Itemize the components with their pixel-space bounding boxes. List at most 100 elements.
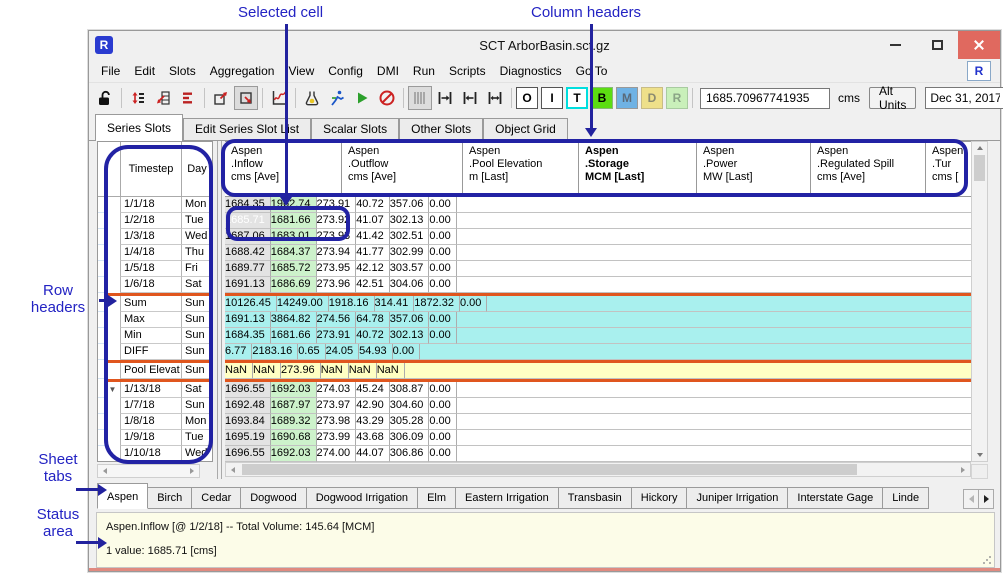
column-header-inflow[interactable]: Aspen.Inflowcms [Ave] (225, 142, 342, 196)
table-cell[interactable]: 0.00 (429, 245, 456, 261)
scroll-right-button[interactable] (956, 464, 970, 476)
table-cell[interactable]: 0.00 (429, 398, 456, 414)
scroll-up-button[interactable] (973, 142, 987, 154)
table-cell[interactable]: 302.13 (390, 213, 430, 229)
tab-scalar-slots[interactable]: Scalar Slots (311, 118, 399, 140)
row-day[interactable]: Tue (181, 213, 212, 229)
scroll-right-button[interactable] (185, 465, 199, 477)
sheet-tab-dogwood[interactable]: Dogwood (240, 487, 306, 509)
row-header[interactable]: 1/3/18Wed (98, 229, 212, 245)
tab-other-slots[interactable]: Other Slots (399, 118, 483, 140)
letter-button-i[interactable]: I (541, 87, 563, 109)
row-day[interactable]: Wed (181, 229, 212, 245)
row-timestep[interactable]: Sum (120, 296, 181, 312)
table-cell[interactable]: 42.12 (356, 261, 390, 277)
insert-slot-button[interactable] (151, 86, 175, 110)
table-cell[interactable] (457, 328, 971, 344)
table-cell[interactable] (457, 229, 971, 245)
table-cell[interactable]: 1684.35 (225, 328, 271, 344)
table-cell[interactable]: 273.96 (317, 277, 357, 293)
row-header[interactable]: 1/1/18Mon (98, 197, 212, 213)
table-cell[interactable]: 0.00 (393, 344, 420, 360)
table-cell[interactable] (420, 344, 971, 360)
table-cell[interactable]: 273.91 (317, 328, 357, 344)
table-cell[interactable]: 273.98 (317, 414, 357, 430)
table-cell[interactable]: 0.00 (429, 312, 456, 328)
sheet-tab-elm[interactable]: Elm (417, 487, 456, 509)
table-cell[interactable]: 273.95 (317, 261, 357, 277)
table-cell[interactable]: 40.72 (356, 328, 390, 344)
row-timestep[interactable]: 1/2/18 (120, 213, 181, 229)
table-cell[interactable]: 273.94 (317, 245, 357, 261)
scroll-left-button[interactable] (98, 465, 112, 477)
table-cell[interactable]: 357.06 (390, 312, 430, 328)
table-cell[interactable]: 274.00 (317, 446, 357, 462)
row-header-hscrollbar[interactable] (97, 464, 200, 478)
row-day[interactable]: Mon (181, 414, 212, 430)
table-cell[interactable]: 0.65 (298, 344, 325, 360)
tab-edit-series-slot-list[interactable]: Edit Series Slot List (183, 118, 311, 140)
letter-button-t[interactable]: T (566, 87, 588, 109)
row-header[interactable]: 1/2/18Tue (98, 213, 212, 229)
sheet-tab-cedar[interactable]: Cedar (191, 487, 241, 509)
table-cell[interactable]: 6.77 (225, 344, 252, 360)
table-cell[interactable]: 302.99 (390, 245, 430, 261)
scroll-left-button[interactable] (226, 464, 240, 476)
table-cell[interactable] (457, 245, 971, 261)
day-column-header[interactable]: Day (181, 142, 212, 196)
row-header[interactable]: 1/9/18Tue (98, 430, 212, 446)
table-cell[interactable]: 1689.77 (225, 261, 271, 277)
table-cell[interactable]: 1691.13 (225, 277, 271, 293)
table-cell[interactable]: 1687.06 (225, 229, 271, 245)
row-day[interactable]: Sun (181, 312, 212, 328)
table-cell[interactable]: 1687.97 (271, 398, 317, 414)
table-cell[interactable]: 1691.13 (225, 312, 271, 328)
table-cell[interactable]: 1689.32 (271, 414, 317, 430)
cell-value-input[interactable] (700, 88, 830, 109)
table-cell[interactable]: 0.00 (460, 296, 487, 312)
maximize-button[interactable] (916, 31, 958, 59)
table-cell[interactable]: 42.51 (356, 277, 390, 293)
row-timestep[interactable]: 1/8/18 (120, 414, 181, 430)
table-cell[interactable]: 0.00 (429, 414, 456, 430)
row-header[interactable]: 1/5/18Fri (98, 261, 212, 277)
table-cell[interactable]: 1685.72 (271, 261, 317, 277)
tab-object-grid[interactable]: Object Grid (483, 118, 568, 140)
table-cell[interactable]: 1696.55 (225, 382, 271, 398)
row-day[interactable]: Thu (181, 245, 212, 261)
row-header[interactable]: MaxSun (98, 312, 212, 328)
scenario-button[interactable] (300, 86, 324, 110)
row-header[interactable]: DIFFSun (98, 344, 212, 360)
open-dialog-button[interactable] (209, 86, 233, 110)
row-header[interactable]: 1/8/18Mon (98, 414, 212, 430)
row-day[interactable]: Sun (181, 363, 212, 379)
row-timestep[interactable]: Max (120, 312, 181, 328)
table-cell[interactable]: 273.92 (317, 213, 357, 229)
menu-item-config[interactable]: Config (321, 61, 370, 81)
table-cell[interactable]: 302.51 (390, 229, 430, 245)
table-cell[interactable]: 40.72 (356, 197, 390, 213)
table-cell[interactable] (457, 414, 971, 430)
table-cell[interactable]: 273.96 (281, 363, 321, 379)
show-dividers-button[interactable] (408, 86, 432, 110)
row-header[interactable]: 1/10/18Wed (98, 446, 212, 462)
row-day[interactable]: Sun (181, 344, 212, 360)
row-header[interactable]: MinSun (98, 328, 212, 344)
table-cell[interactable]: 1692.48 (225, 398, 271, 414)
hscroll-thumb[interactable] (242, 464, 857, 475)
close-button[interactable] (958, 31, 1000, 59)
main-hscrollbar[interactable] (225, 462, 971, 477)
table-cell[interactable] (405, 363, 971, 379)
title-bar[interactable]: R SCT ArborBasin.sct.gz (89, 31, 1000, 59)
table-cell[interactable]: 274.03 (317, 382, 357, 398)
date-input[interactable] (926, 88, 1003, 108)
table-cell[interactable]: 273.93 (317, 229, 357, 245)
column-header-storage[interactable]: Aspen.StorageMCM [Last] (579, 142, 697, 196)
table-cell[interactable]: 54.93 (359, 344, 393, 360)
column-header-tur[interactable]: Aspen.Turcms [ (926, 142, 971, 196)
collapse-timesteps-button[interactable] (458, 86, 482, 110)
table-cell[interactable]: 1684.37 (271, 245, 317, 261)
table-cell[interactable]: 274.56 (317, 312, 357, 328)
sheet-tab-hickory[interactable]: Hickory (631, 487, 688, 509)
menu-item-file[interactable]: File (94, 61, 127, 81)
